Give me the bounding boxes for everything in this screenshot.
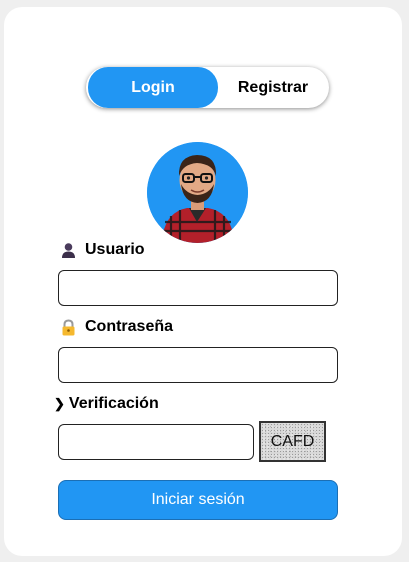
verification-input[interactable] [58, 424, 254, 460]
login-card: Login Registrar Usuario Contraseña ❯ Ver… [4, 7, 402, 556]
username-field[interactable] [58, 270, 338, 306]
auth-tab-toggle: Login Registrar [86, 67, 329, 108]
verification-label-text: Verificación [68, 395, 159, 412]
avatar [147, 142, 248, 243]
tab-login[interactable]: Login [88, 67, 218, 108]
password-label: Contraseña [60, 318, 173, 336]
user-label: Usuario [60, 241, 145, 259]
password-field[interactable] [58, 347, 338, 383]
avatar-image [147, 142, 248, 243]
user-label-text: Usuario [85, 241, 145, 258]
chevron-right-icon: ❯ [54, 396, 65, 411]
verification-label: ❯ Verificación [54, 395, 159, 413]
user-icon [60, 242, 77, 259]
password-label-text: Contraseña [85, 318, 174, 335]
login-submit-button[interactable]: Iniciar sesión [58, 480, 338, 520]
lock-icon [60, 318, 77, 336]
tab-register[interactable]: Registrar [218, 67, 328, 108]
captcha-image[interactable]: CAFD [259, 421, 326, 462]
